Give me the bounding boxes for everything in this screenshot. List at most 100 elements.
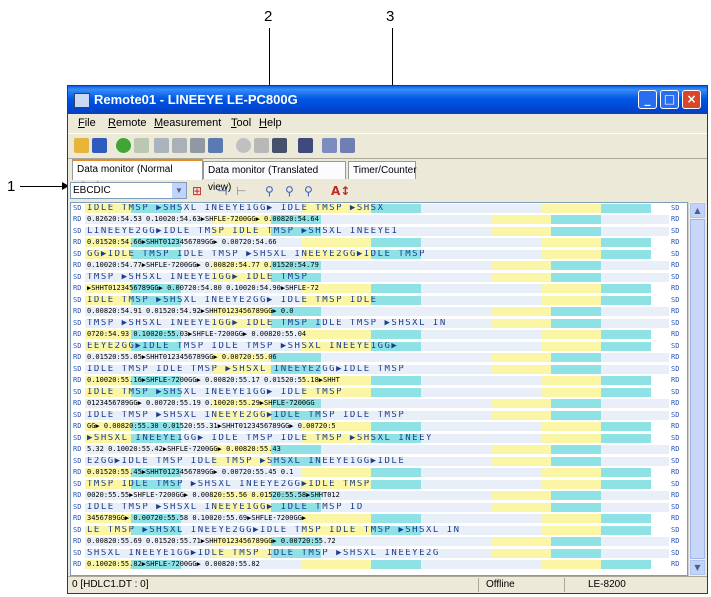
scroll-thumb[interactable] <box>690 219 705 559</box>
rd-line-row: RD 0123456789GG▶ 0.00720:55.19 0.10020:55… <box>71 399 687 408</box>
window-icon[interactable] <box>298 138 313 153</box>
rd-label-right: RD <box>671 537 680 545</box>
status-bar: 0 [HDLC1.DT : 0] Offline LE-8200 <box>68 576 707 594</box>
monitor-segment <box>551 537 601 546</box>
print-icon[interactable] <box>154 138 169 153</box>
rd-line-row: RD 0.10020:55.16▶SHFLE-7200GG▶ 0.00820:55… <box>71 376 687 385</box>
monitor-segment <box>491 537 551 546</box>
settings-icon[interactable] <box>190 138 205 153</box>
sd-label: SD <box>73 250 82 258</box>
rd-label: RD <box>73 307 82 315</box>
pause-icon[interactable] <box>254 138 269 153</box>
monitor-segment <box>301 330 371 339</box>
code-select[interactable]: EBCDIC ▼ <box>70 182 187 199</box>
sd-data-text: LINEEYE2GG▶IDLE TMSP IDLE TMSP ▶SHSXL IN… <box>87 227 399 236</box>
monitor-segment <box>321 273 491 282</box>
rd-line-row: RD 0720:54.93 0.10020:55.03▶SHFLE-7200GG▶… <box>71 330 687 339</box>
monitor-segment <box>601 376 651 385</box>
maximize-button[interactable]: □ <box>660 90 679 109</box>
sd-line-row: SD ▶SHSXL INEEYE1GG▶ IDLE TMSP IDLE TMSP … <box>71 434 687 443</box>
monitor-segment <box>541 514 601 523</box>
monitor-segment <box>371 284 421 293</box>
monitor-segment <box>601 307 669 316</box>
sd-line-row: SD EEYE2GG▶IDLE TMSP IDLE TMSP ▶SHSXL INE… <box>71 342 687 351</box>
monitor-segment <box>601 434 651 443</box>
menu-tool[interactable]: Tool <box>231 117 251 129</box>
open-icon[interactable] <box>74 138 89 153</box>
monitor-segment <box>421 238 541 247</box>
text-size-icon[interactable]: A↕ <box>331 184 350 198</box>
tab-timer-counter[interactable]: Timer/Counter <box>348 161 417 179</box>
toolbar <box>68 133 707 159</box>
monitor-segment <box>491 411 551 420</box>
merge-icon[interactable]: ⊢ <box>236 184 246 198</box>
scroll-down-button[interactable]: ▼ <box>690 560 705 575</box>
sd-label: SD <box>73 388 82 396</box>
save-icon[interactable] <box>92 138 107 153</box>
rd-data-text: ▶SHHT0123456789GG▶ 0.00720:54.80 0.10020… <box>87 284 319 292</box>
monitor-segment <box>601 261 669 270</box>
monitor-segment <box>601 480 651 489</box>
rd-data-text: 0123456789GG▶ 0.00720:55.19 0.10020:55.2… <box>87 399 315 407</box>
record-icon[interactable] <box>236 138 251 153</box>
chevron-down-icon[interactable]: ▼ <box>172 183 186 198</box>
sd-label: SD <box>73 549 82 557</box>
rd-line-row: RD 0020:55.55▶SHFLE-7200GG▶ 0.00820:55.56… <box>71 491 687 500</box>
monitor-segment <box>551 307 601 316</box>
search-icon[interactable]: ⚲ <box>265 184 274 198</box>
sd-data-text: LE TMSP ▶SHSXL INEEYE2GG▶IDLE TMSP IDLE … <box>87 526 461 535</box>
monitor-segment <box>491 457 551 466</box>
monitor-segment <box>271 353 321 362</box>
data-monitor[interactable]: SD IDLE TMSP ▶SHSXL INEEYE1GG▶ IDLE TMSP … <box>70 202 688 576</box>
monitor-icon[interactable] <box>208 138 223 153</box>
rd-data-text: 0.01520:54.66▶SHHT0123456789GG▶ 0.00720:… <box>87 238 277 246</box>
scroll-up-button[interactable]: ▲ <box>690 203 705 218</box>
search-down-icon[interactable]: ⚲ <box>304 184 313 198</box>
monitor-segment <box>321 215 491 224</box>
sd-data-text: IDLE TMSP ▶SHSXL INEEYE2GG▶ IDLE TMSP ID… <box>87 296 378 305</box>
monitor-segment <box>551 491 601 500</box>
close-button[interactable]: × <box>682 90 701 109</box>
monitor-segment <box>541 376 601 385</box>
monitor-segment <box>601 250 651 259</box>
rd-line-row: RD 5.32 0.10020:55.42▶SHFLE-7200GG▶ 0.008… <box>71 445 687 454</box>
tab-normal-view[interactable]: Data monitor (Normal view) <box>72 159 203 192</box>
sd-data-text: TMSP ▶SHSXL INEEYE1GG▶ IDLE TMSP IDLE TM… <box>87 319 447 328</box>
sd-line-row: SD IDLE TMSP ▶SHSXL INEEYE1GG▶ IDLE TMSP … <box>71 503 687 512</box>
search-up-icon[interactable]: ⚲ <box>285 184 294 198</box>
sd-label-right: SD <box>671 549 680 557</box>
tab-translated-view[interactable]: Data monitor (Translated view) <box>203 161 346 193</box>
monitor-segment <box>551 445 601 454</box>
start-icon[interactable] <box>116 138 131 153</box>
copy-icon[interactable] <box>172 138 187 153</box>
download-icon[interactable] <box>272 138 287 153</box>
menu-measurement[interactable]: Measurement <box>154 117 221 129</box>
monitor-segment <box>551 353 601 362</box>
menu-help[interactable]: Help <box>259 117 282 129</box>
monitor-segment <box>601 526 651 535</box>
sd-label-right: SD <box>671 480 680 488</box>
font-icon[interactable]: ⊞ <box>192 184 202 198</box>
vertical-scrollbar[interactable]: ▲ ▼ <box>688 202 705 576</box>
rd-data-text: 0.00820:55.69 0.01520:55.71▶SHHT01234567… <box>87 537 336 545</box>
sd-data-text: IDLE TMSP ▶SHSXL INEEYE1GG▶ IDLE TMSP ID <box>87 503 364 512</box>
minimize-button[interactable]: _ <box>638 90 657 109</box>
monitor-segment <box>371 560 421 569</box>
monitor-segment <box>371 480 421 489</box>
menu-file[interactable]: File <box>78 117 96 129</box>
callout-1-line <box>20 186 68 187</box>
sd-data-text: IDLE TMSP ▶SHSXL INEEYE1GG▶ IDLE TMSP ▶S… <box>87 204 385 213</box>
rd-label-right: RD <box>671 353 680 361</box>
sd-label-right: SD <box>671 204 680 212</box>
monitor-segment <box>421 422 541 431</box>
monitor-segment <box>371 238 421 247</box>
menu-remote[interactable]: Remote <box>108 117 147 129</box>
window2-icon[interactable] <box>322 138 337 153</box>
title-bar[interactable]: Remote01 - LINEEYE LE-PC800G _ □ × <box>68 86 707 114</box>
split-icon[interactable]: ⊣ <box>217 184 227 198</box>
stop-icon[interactable] <box>134 138 149 153</box>
sd-line-row: SD IDLE TMSP ▶SHSXL INEEYE2GG▶ IDLE TMSP … <box>71 296 687 305</box>
cascade-icon[interactable] <box>340 138 355 153</box>
rd-label: RD <box>73 376 82 384</box>
monitor-segment <box>371 514 421 523</box>
